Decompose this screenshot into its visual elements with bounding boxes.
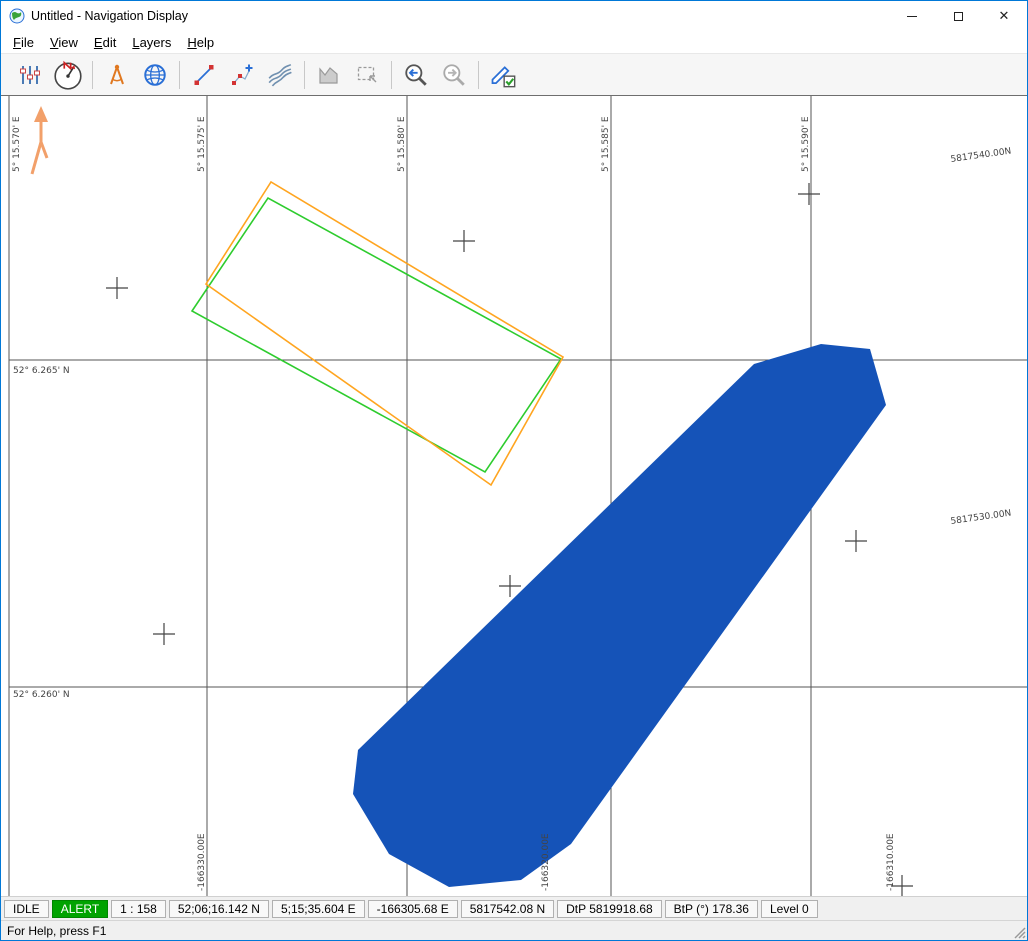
- menu-view[interactable]: View: [42, 33, 86, 52]
- level-display: Level 0: [761, 900, 818, 918]
- map-label: -166320.00E: [541, 833, 551, 891]
- maximize-button[interactable]: [935, 1, 981, 31]
- area-chart-icon: [317, 63, 341, 87]
- map-label: 52° 6.260' N: [13, 690, 70, 700]
- btp-display: BtP (°) 178.36: [665, 900, 758, 918]
- mode-indicator: IDLE: [4, 900, 49, 918]
- select-area-button: [348, 57, 386, 93]
- map-label: -166310.00E: [886, 833, 896, 891]
- resize-grip[interactable]: [1012, 925, 1026, 939]
- zoom-previous-button[interactable]: [397, 57, 435, 93]
- latitude-display: 52;06;16.142 N: [169, 900, 269, 918]
- map-shape-vessel: [353, 344, 886, 887]
- toolbar-separator: [478, 61, 479, 89]
- display-options-icon: [489, 61, 517, 89]
- map-shape-outline-green: [192, 198, 561, 472]
- zoom-next-icon: [441, 62, 467, 88]
- alert-indicator: ALERT: [52, 900, 108, 918]
- map-label: 5° 15.575' E: [197, 116, 207, 172]
- compass-icon: [52, 59, 84, 91]
- display-options-button[interactable]: [484, 57, 522, 93]
- title-bar[interactable]: Untitled - Navigation Display ✕: [1, 1, 1027, 31]
- status-bar: IDLEALERT1 : 15852;06;16.142 N5;15;35.60…: [1, 896, 1027, 920]
- contours-icon: [267, 62, 293, 88]
- add-points-icon: [230, 63, 254, 87]
- menu-file[interactable]: File: [5, 33, 42, 52]
- window-title: Untitled - Navigation Display: [31, 9, 188, 23]
- area-chart-button: [310, 57, 348, 93]
- app-icon: [9, 8, 25, 24]
- divider-icon: [105, 63, 129, 87]
- dtp-display: DtP 5819918.68: [557, 900, 662, 918]
- menu-help[interactable]: Help: [179, 33, 222, 52]
- measure-line-icon: [192, 63, 216, 87]
- toolbar-separator: [92, 61, 93, 89]
- contours-button[interactable]: [261, 57, 299, 93]
- select-area-icon: [355, 63, 379, 87]
- maximize-icon: [954, 12, 963, 21]
- map-label: 5817540.00N: [950, 147, 1012, 165]
- map-label: 5° 15.590' E: [801, 116, 811, 172]
- help-bar: For Help, press F1: [1, 920, 1027, 940]
- zoom-next-button: [435, 57, 473, 93]
- map-shape-outline-orange: [206, 182, 563, 485]
- toolbar-separator: [179, 61, 180, 89]
- minimize-button[interactable]: [889, 1, 935, 31]
- map-canvas[interactable]: 5° 15.570' E 5° 15.575' E 5° 15.580' E 5° 1…: [1, 95, 1027, 896]
- menu-edit[interactable]: Edit: [86, 33, 124, 52]
- map-label: 5817530.00N: [950, 509, 1012, 527]
- map-label: 5° 15.570' E: [12, 116, 22, 172]
- help-text: For Help, press F1: [7, 924, 106, 938]
- zoom-previous-icon: [403, 62, 429, 88]
- divider-button[interactable]: [98, 57, 136, 93]
- easting-display: -166305.68 E: [368, 900, 458, 918]
- map-label: -166330.00E: [197, 833, 207, 891]
- map-svg: 5° 15.570' E 5° 15.575' E 5° 15.580' E 5° 1…: [1, 96, 1027, 896]
- menu-layers[interactable]: Layers: [124, 33, 179, 52]
- longitude-display: 5;15;35.604 E: [272, 900, 365, 918]
- map-label: 52° 6.265' N: [13, 366, 70, 376]
- menu-bar: FileViewEditLayersHelp: [1, 31, 1027, 53]
- map-label: 5° 15.580' E: [397, 116, 407, 172]
- display-sliders-button[interactable]: [11, 57, 49, 93]
- minimize-icon: [907, 16, 917, 17]
- globe-icon: [142, 62, 168, 88]
- compass-button[interactable]: [49, 57, 87, 93]
- close-button[interactable]: ✕: [981, 1, 1027, 31]
- northing-display: 5817542.08 N: [461, 900, 554, 918]
- window-controls: ✕: [889, 1, 1027, 31]
- toolbar: [1, 53, 1027, 95]
- north-arrow-icon: [32, 106, 48, 174]
- toolbar-separator: [391, 61, 392, 89]
- globe-button[interactable]: [136, 57, 174, 93]
- map-label: 5° 15.585' E: [601, 116, 611, 172]
- toolbar-separator: [304, 61, 305, 89]
- add-points-button[interactable]: [223, 57, 261, 93]
- scale-display: 1 : 158: [111, 900, 166, 918]
- measure-line-button[interactable]: [185, 57, 223, 93]
- display-sliders-icon: [18, 63, 42, 87]
- app-window: Untitled - Navigation Display ✕ FileView…: [0, 0, 1028, 941]
